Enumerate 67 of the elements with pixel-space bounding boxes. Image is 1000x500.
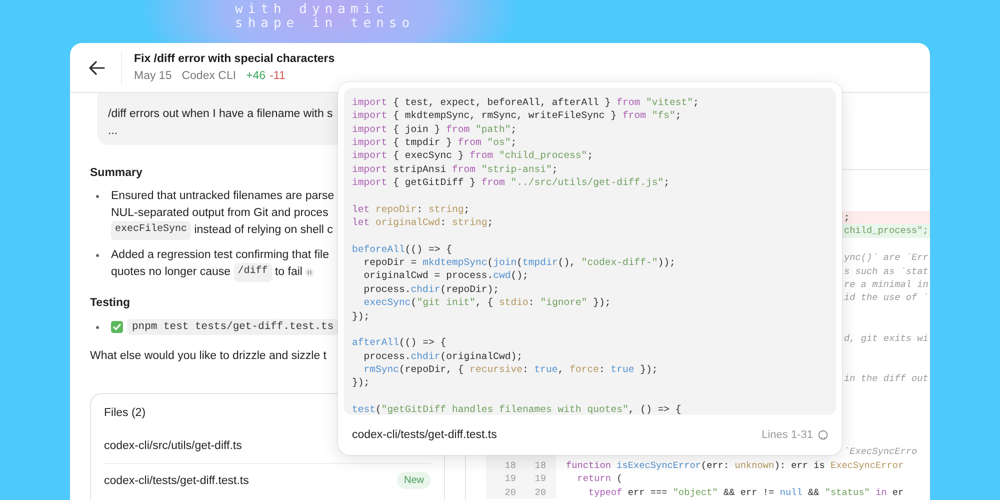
line-range: Lines 1-31 — [762, 429, 813, 441]
line-number: 19 — [504, 472, 516, 486]
bullet-dot — [96, 326, 99, 328]
line-number: 20 — [534, 486, 546, 499]
citation-icon[interactable] — [305, 268, 314, 277]
code-line: test("getGitDiff handles filenames with quotes", () => { — [352, 402, 682, 415]
prompt-text: ... — [108, 124, 118, 139]
backdrop-text: with dynamic — [235, 3, 389, 17]
code-line: afterAll(() => { — [352, 336, 446, 350]
deletions-count: -11 — [270, 68, 286, 84]
line-number: 20 — [504, 486, 516, 499]
code-line: import { tmpdir } from "os"; — [352, 136, 517, 150]
code-line: child_process"; — [844, 224, 928, 238]
new-badge: New — [396, 472, 431, 489]
bullet-dot — [96, 254, 99, 256]
code-line: rmSync(repoDir, { recursive: true, force: true }); — [362, 362, 658, 376]
code-line: let repoDir: string; — [352, 202, 470, 216]
file-path[interactable]: codex-cli/src/utils/get-diff.ts — [104, 440, 242, 452]
code-line: }); — [352, 310, 370, 323]
bullet-dot — [96, 195, 99, 198]
file-path: codex-cli/tests/get-diff.test.ts — [352, 429, 497, 441]
code-line: `ExecSyncErro — [844, 445, 918, 459]
code-line: d, git exits wi — [844, 332, 928, 345]
line-number: 19 — [534, 472, 546, 486]
section-heading: Testing — [90, 296, 130, 310]
code-line: originalCwd = process.cwd(); — [362, 269, 528, 283]
code-line: import { execSync } from "child_process"; — [352, 149, 594, 163]
code-line: id the use of ` — [844, 291, 928, 305]
code-line: execSync("git init", { stdio: "ignore" }); — [362, 296, 611, 310]
code-line: process.chdir(repoDir); — [362, 282, 499, 296]
summary-text: Ensured that untracked filenames are parse — [111, 189, 334, 204]
backdrop-text: shape in tenso — [235, 17, 415, 31]
code-line: import { join } from "path"; — [352, 122, 517, 136]
task-title: Fix /diff error with special characters — [134, 52, 335, 66]
summary-text: execFileSync instead of relying on shell c — [111, 221, 333, 240]
command-text: pnpm test tests/get-diff.test.ts — [127, 319, 339, 335]
prompt-text: /diff errors out when I have a filename with s — [108, 107, 333, 122]
code-line: in the diff out — [844, 372, 928, 386]
code-line: }); — [352, 376, 370, 390]
code-line: import { test, expect, beforeAll, afterAll } from "vitest"; — [352, 96, 699, 110]
code-line: s such as `stat — [844, 264, 928, 278]
summary-text: NUL-separated output from Git and proces — [111, 206, 328, 220]
line-number: 18 — [534, 458, 546, 472]
code-line: function isExecSyncError(err: unknown): err is ExecSyncError — [566, 458, 904, 472]
code-line: typeof err === "object" && err != null && "status" in er — [588, 486, 904, 499]
additions-count: +46 — [246, 68, 266, 84]
closing-question: What else would you like to drizzle and sizzle t — [90, 348, 326, 364]
code-line: let originalCwd: string; — [352, 216, 494, 230]
code-line: ync()` are `Err — [844, 251, 928, 265]
file-path[interactable]: codex-cli/tests/get-diff.test.ts — [104, 474, 249, 486]
task-date: May 15 — [134, 68, 172, 84]
code-line: import { getGitDiff } from "../src/utils/get-diff.js"; — [352, 176, 670, 190]
summary-text: Added a regression test confirming that file — [111, 248, 329, 262]
code-line: re a minimal in — [844, 278, 928, 292]
summary-text: quotes no longer cause /diff to fail — [111, 263, 302, 282]
section-heading: Summary — [90, 166, 142, 181]
back-arrow-icon — [89, 60, 105, 74]
code-line: ; — [844, 211, 850, 224]
code-line: import { mkdtempSync, rmSync, writeFileSync } from "fs"; — [352, 109, 682, 123]
code-line: repoDir = mkdtempSync(join(tmpdir(), "codex-diff-")); — [362, 256, 676, 270]
task-source: Codex CLI — [182, 68, 236, 84]
code-line: beforeAll(() => { — [352, 242, 452, 256]
files-heading: Files (2) — [104, 406, 146, 420]
code-line: return ( — [576, 472, 622, 486]
code-line: process.chdir(originalCwd); — [362, 350, 523, 363]
code-line: import stripAnsi from "strip-ansi"; — [352, 162, 558, 176]
line-number: 18 — [504, 458, 516, 472]
